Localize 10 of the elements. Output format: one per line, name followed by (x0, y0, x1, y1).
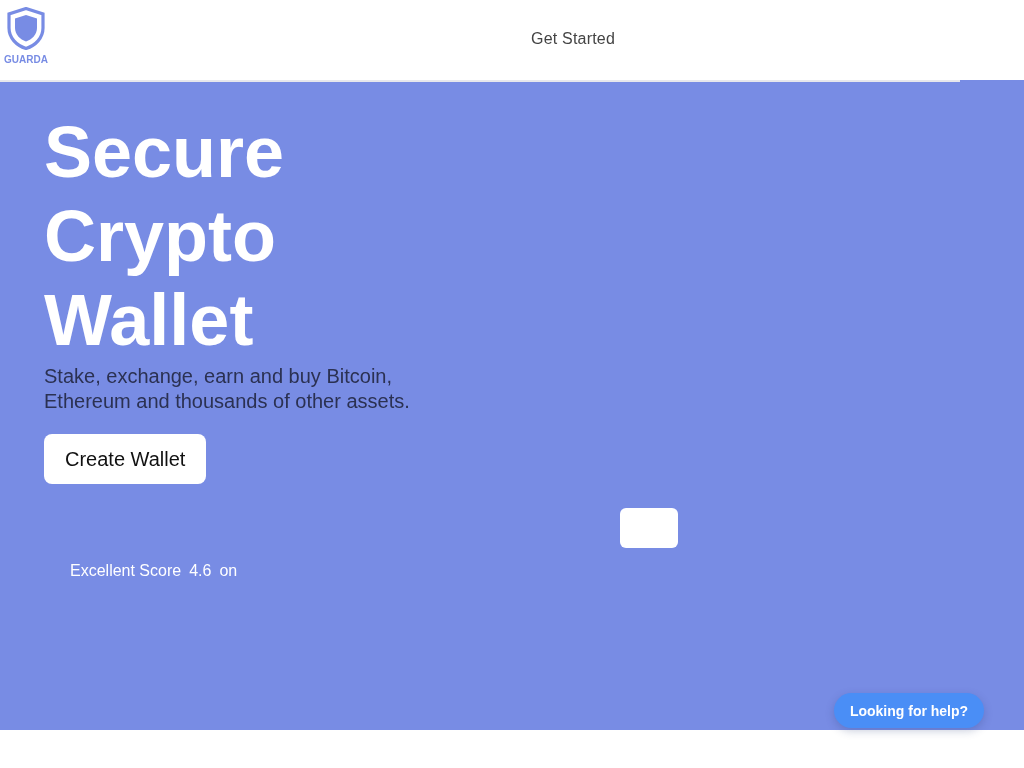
hero-title: Secure Crypto Wallet (44, 111, 286, 362)
rating-suffix: on (219, 561, 238, 581)
logo-wordmark: GUARDA (4, 54, 48, 66)
nav-link[interactable]: Get Started (531, 30, 616, 47)
shield-logo-icon (7, 7, 45, 50)
rating-score: 4.6 (189, 561, 212, 581)
hero-subtitle: Stake, exchange, earn and buy Bitcoin, Ethereum and thousands of other assets. (44, 364, 411, 414)
empty-button[interactable] (620, 508, 678, 548)
create-wallet-button[interactable]: Create Wallet (44, 434, 207, 484)
rating-label: Excellent Score (70, 561, 182, 581)
